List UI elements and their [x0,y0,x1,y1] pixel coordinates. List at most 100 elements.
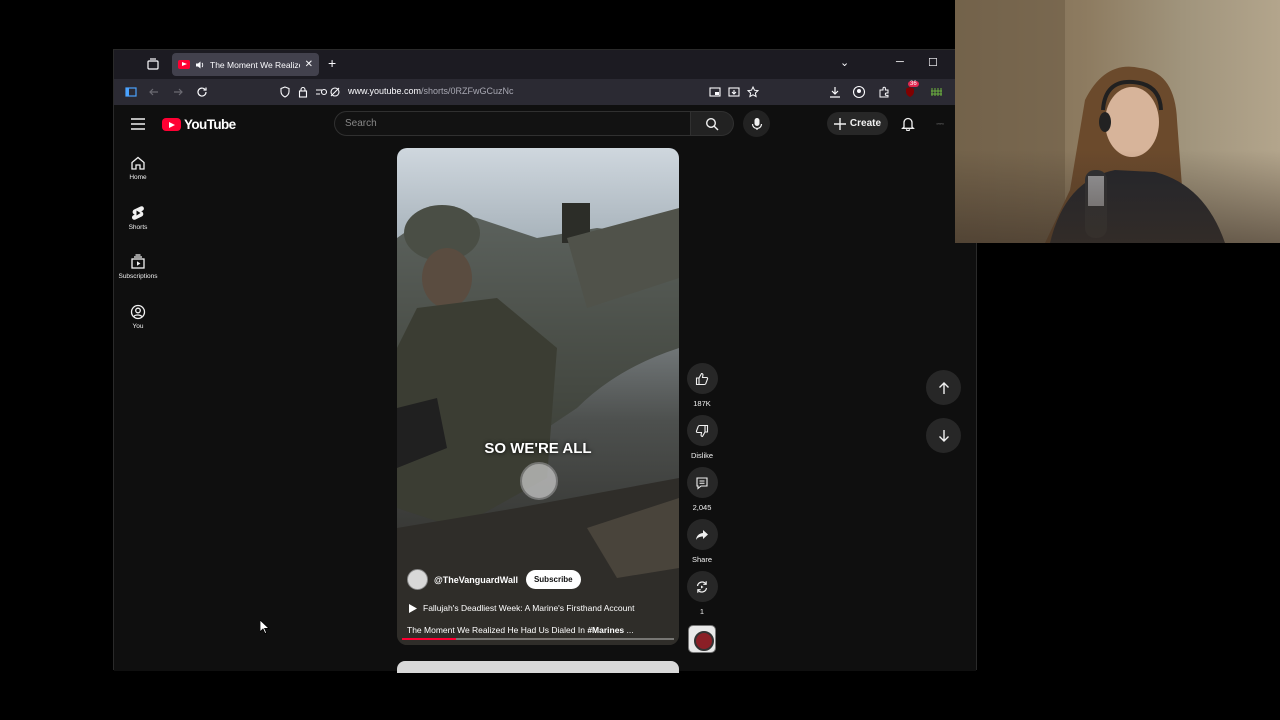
downloads-icon[interactable] [828,85,842,99]
extensions-icon[interactable] [877,85,891,99]
url-host: www.youtube.com [348,86,422,96]
sidebar-item-label: Shorts [128,224,148,231]
tracking-protection-icon[interactable] [278,85,292,99]
previous-short-button[interactable] [926,370,961,405]
search-icon [705,117,719,130]
screenshot-icon[interactable] [727,85,741,99]
playlist-link[interactable]: Fallujah's Deadliest Week: A Marine's Fi… [409,603,634,613]
sidebar-item-you[interactable]: You [114,304,162,330]
channel-thumbnail [688,625,716,653]
color-grid-extension-icon[interactable] [929,85,943,99]
create-label: Create [849,118,882,129]
remix-count: 1 [699,607,705,616]
description-text: The Moment We Realized He Had Us Dialed … [407,625,588,635]
comments-button[interactable]: 2,045 [684,467,720,512]
like-button[interactable]: 187K [684,363,720,408]
webcam-overlay [955,0,1280,243]
tab-title: The Moment We Realized H [210,59,300,70]
tab-youtube-short[interactable]: The Moment We Realized H ✕ [172,53,319,76]
youtube-logo[interactable]: YouTube [162,117,236,132]
arrow-down-icon [938,429,949,442]
reload-icon[interactable] [195,85,209,99]
thumbs-down-icon [695,424,709,437]
channel-name[interactable]: @TheVanguardWall [434,575,518,585]
channel-watermark-logo [520,462,558,500]
sidebar-item-subscriptions[interactable]: Subscriptions [114,254,162,280]
subscribe-button[interactable]: Subscribe [525,570,581,589]
search-input[interactable] [345,118,690,129]
sidebar-item-shorts[interactable]: Shorts [114,205,162,231]
comment-count: 2,045 [692,503,712,512]
channel-avatar[interactable] [407,569,428,590]
sidebar-item-label: You [132,323,144,330]
notifications-bell-icon[interactable] [901,116,915,131]
video-progress-bar[interactable] [402,638,674,640]
sidebar-item-home[interactable]: Home [114,155,162,181]
you-icon [130,304,146,320]
short-video-player[interactable]: SO WE'RE ALL @TheVanguardWall Subscribe … [397,148,679,645]
permissions-icon[interactable] [314,85,328,99]
microphone-icon [751,117,762,130]
media-autoplay-icon[interactable] [328,85,342,99]
sidebar-toggle-icon[interactable] [124,85,138,99]
arrow-up-icon [938,381,949,394]
url-bar[interactable]: www.youtube.com/shorts/0RZFwGCuzNc [274,82,764,102]
menu-icon[interactable] [131,118,145,130]
extension-badge: 36 [908,81,919,87]
maximize-button[interactable]: ☐ [928,56,938,69]
minimize-button[interactable]: ─ [896,56,904,68]
dislike-label: Dislike [690,451,714,460]
share-icon [696,529,708,540]
bookmark-star-icon[interactable] [746,85,760,99]
account-icon[interactable] [852,85,866,99]
youtube-favicon-icon [178,60,190,69]
url-path: /shorts/0RZFwGCuzNc [421,86,514,96]
search-button[interactable] [691,111,734,136]
create-button[interactable]: Create [827,112,888,135]
video-description[interactable]: The Moment We Realized He Had Us Dialed … [407,625,634,635]
description-ellipsis: ... [624,625,634,635]
share-label: Share [691,555,712,564]
next-short-button[interactable] [926,418,961,453]
logo-text: YouTube [184,117,236,132]
youtube-page: YouTube Create ◦-◦-◦ Home Shorts [114,105,976,673]
webcam-shadow [955,150,1280,243]
comment-icon [696,476,708,490]
search-box[interactable] [334,111,691,136]
thumbs-up-icon [695,372,709,385]
list-tabs-icon[interactable]: ⌄ [840,56,849,69]
browser-window: The Moment We Realized H ✕ + ⌄ ─ ☐ ✕ www… [113,49,977,673]
remix-button[interactable]: 1 [684,571,720,616]
tab-overview-icon[interactable] [146,57,160,71]
youtube-logo-icon [162,118,181,131]
progress-fill [402,638,457,640]
picture-in-picture-icon[interactable] [708,85,722,99]
home-icon [131,156,145,170]
avatar-loading-icon[interactable]: ◦-◦-◦ [936,121,944,128]
speaker-icon[interactable] [195,60,205,70]
remix-icon [696,580,708,593]
channel-thumbnail-button[interactable] [684,625,720,653]
like-count: 187K [693,399,711,408]
navigation-toolbar: www.youtube.com/shorts/0RZFwGCuzNc 36 [114,79,976,105]
play-icon [409,603,417,613]
forward-icon[interactable] [171,85,185,99]
new-tab-button[interactable]: + [328,55,336,71]
mouse-cursor-icon [260,620,270,634]
back-icon[interactable] [147,85,161,99]
sidebar-item-label: Home [129,174,147,181]
share-button[interactable]: Share [684,519,720,564]
hashtag-link[interactable]: #Marines [587,625,624,635]
lock-icon[interactable] [296,85,310,99]
url-text: www.youtube.com/shorts/0RZFwGCuzNc [348,86,514,96]
ublock-icon[interactable] [903,85,917,99]
dislike-button[interactable]: Dislike [684,415,720,460]
video-caption: SO WE'RE ALL [484,440,592,457]
channel-info: @TheVanguardWall Subscribe [407,569,581,590]
close-tab-icon[interactable]: ✕ [305,59,313,70]
shorts-icon [132,206,144,220]
playlist-title: Fallujah's Deadliest Week: A Marine's Fi… [423,603,635,613]
next-short-preview [397,661,679,673]
voice-search-button[interactable] [743,110,770,137]
sidebar-item-label: Subscriptions [118,273,158,280]
